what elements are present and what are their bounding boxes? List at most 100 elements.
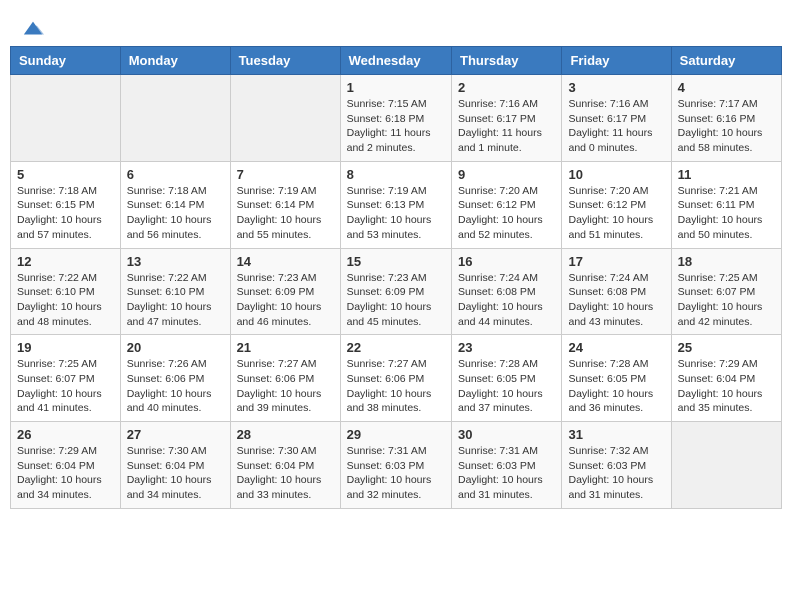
calendar-cell: 12Sunrise: 7:22 AM Sunset: 6:10 PM Dayli… [11,248,121,335]
day-info: Sunrise: 7:22 AM Sunset: 6:10 PM Dayligh… [17,271,114,330]
day-info: Sunrise: 7:23 AM Sunset: 6:09 PM Dayligh… [237,271,334,330]
day-number: 19 [17,340,114,355]
day-info: Sunrise: 7:29 AM Sunset: 6:04 PM Dayligh… [17,444,114,503]
day-number: 23 [458,340,555,355]
calendar-cell: 1 Sunrise: 7:15 AM Sunset: 6:18 PM Daylig… [340,75,451,162]
day-info: Sunrise: 7:18 AM Sunset: 6:15 PM Dayligh… [17,184,114,243]
weekday-header-sunday: Sunday [11,47,121,75]
day-number: 13 [127,254,224,269]
day-number: 22 [347,340,445,355]
logo [20,18,44,36]
weekday-header-saturday: Saturday [671,47,781,75]
day-info: Sunrise: 7:17 AM Sunset: 6:16 PM Dayligh… [678,97,775,156]
day-number: 14 [237,254,334,269]
day-info: Sunrise: 7:15 AM Sunset: 6:18 PM Dayligh… [347,97,445,156]
day-number: 4 [678,80,775,95]
calendar-table: SundayMondayTuesdayWednesdayThursdayFrid… [10,46,782,509]
calendar-cell: 31 Sunrise: 7:32 AM Sunset: 6:03 PM Dayli… [562,422,671,509]
day-info: Sunrise: 7:27 AM Sunset: 6:06 PM Dayligh… [237,357,334,416]
calendar-cell: 7 Sunrise: 7:19 AM Sunset: 6:14 PM Daylig… [230,161,340,248]
calendar-cell: 4 Sunrise: 7:17 AM Sunset: 6:16 PM Daylig… [671,75,781,162]
day-number: 10 [568,167,664,182]
day-number: 15 [347,254,445,269]
day-number: 28 [237,427,334,442]
day-number: 24 [568,340,664,355]
calendar-cell [671,422,781,509]
day-info: Sunrise: 7:32 AM Sunset: 6:03 PM Dayligh… [568,444,664,503]
day-number: 2 [458,80,555,95]
day-number: 26 [17,427,114,442]
calendar-week-row: 19 Sunrise: 7:25 AM Sunset: 6:07 PM Dayli… [11,335,782,422]
day-number: 27 [127,427,224,442]
calendar-cell: 11 Sunrise: 7:21 AM Sunset: 6:11 PM Dayli… [671,161,781,248]
calendar-cell [11,75,121,162]
day-number: 18 [678,254,775,269]
calendar-week-row: 12Sunrise: 7:22 AM Sunset: 6:10 PM Dayli… [11,248,782,335]
calendar-cell: 13 Sunrise: 7:22 AM Sunset: 6:10 PM Dayli… [120,248,230,335]
weekday-header-monday: Monday [120,47,230,75]
day-info: Sunrise: 7:31 AM Sunset: 6:03 PM Dayligh… [458,444,555,503]
calendar-cell: 25Sunrise: 7:29 AM Sunset: 6:04 PM Dayli… [671,335,781,422]
calendar-cell: 8 Sunrise: 7:19 AM Sunset: 6:13 PM Daylig… [340,161,451,248]
weekday-header-wednesday: Wednesday [340,47,451,75]
day-info: Sunrise: 7:30 AM Sunset: 6:04 PM Dayligh… [237,444,334,503]
day-number: 6 [127,167,224,182]
day-number: 17 [568,254,664,269]
page-header [10,10,782,40]
day-number: 30 [458,427,555,442]
day-info: Sunrise: 7:19 AM Sunset: 6:13 PM Dayligh… [347,184,445,243]
day-info: Sunrise: 7:28 AM Sunset: 6:05 PM Dayligh… [568,357,664,416]
day-info: Sunrise: 7:28 AM Sunset: 6:05 PM Dayligh… [458,357,555,416]
calendar-cell: 14 Sunrise: 7:23 AM Sunset: 6:09 PM Dayli… [230,248,340,335]
calendar-cell: 15 Sunrise: 7:23 AM Sunset: 6:09 PM Dayli… [340,248,451,335]
calendar-cell: 19 Sunrise: 7:25 AM Sunset: 6:07 PM Dayli… [11,335,121,422]
day-info: Sunrise: 7:21 AM Sunset: 6:11 PM Dayligh… [678,184,775,243]
day-number: 16 [458,254,555,269]
day-number: 9 [458,167,555,182]
calendar-cell: 23 Sunrise: 7:28 AM Sunset: 6:05 PM Dayli… [452,335,562,422]
day-number: 29 [347,427,445,442]
calendar-cell: 22 Sunrise: 7:27 AM Sunset: 6:06 PM Dayli… [340,335,451,422]
weekday-header-tuesday: Tuesday [230,47,340,75]
day-number: 3 [568,80,664,95]
calendar-cell [230,75,340,162]
day-info: Sunrise: 7:24 AM Sunset: 6:08 PM Dayligh… [458,271,555,330]
calendar-week-row: 5Sunrise: 7:18 AM Sunset: 6:15 PM Daylig… [11,161,782,248]
weekday-header-thursday: Thursday [452,47,562,75]
calendar-cell: 21 Sunrise: 7:27 AM Sunset: 6:06 PM Dayli… [230,335,340,422]
calendar-cell [120,75,230,162]
day-number: 11 [678,167,775,182]
day-number: 31 [568,427,664,442]
day-info: Sunrise: 7:20 AM Sunset: 6:12 PM Dayligh… [568,184,664,243]
day-info: Sunrise: 7:19 AM Sunset: 6:14 PM Dayligh… [237,184,334,243]
calendar-week-row: 1 Sunrise: 7:15 AM Sunset: 6:18 PM Daylig… [11,75,782,162]
calendar-cell: 17 Sunrise: 7:24 AM Sunset: 6:08 PM Dayli… [562,248,671,335]
day-info: Sunrise: 7:25 AM Sunset: 6:07 PM Dayligh… [17,357,114,416]
day-info: Sunrise: 7:16 AM Sunset: 6:17 PM Dayligh… [458,97,555,156]
weekday-header-friday: Friday [562,47,671,75]
day-number: 8 [347,167,445,182]
day-info: Sunrise: 7:30 AM Sunset: 6:04 PM Dayligh… [127,444,224,503]
day-number: 20 [127,340,224,355]
calendar-cell: 27 Sunrise: 7:30 AM Sunset: 6:04 PM Dayli… [120,422,230,509]
calendar-cell: 10 Sunrise: 7:20 AM Sunset: 6:12 PM Dayli… [562,161,671,248]
day-info: Sunrise: 7:18 AM Sunset: 6:14 PM Dayligh… [127,184,224,243]
day-number: 1 [347,80,445,95]
calendar-week-row: 26 Sunrise: 7:29 AM Sunset: 6:04 PM Dayli… [11,422,782,509]
day-info: Sunrise: 7:24 AM Sunset: 6:08 PM Dayligh… [568,271,664,330]
day-number: 7 [237,167,334,182]
calendar-cell: 6 Sunrise: 7:18 AM Sunset: 6:14 PM Daylig… [120,161,230,248]
day-info: Sunrise: 7:27 AM Sunset: 6:06 PM Dayligh… [347,357,445,416]
calendar-cell: 30 Sunrise: 7:31 AM Sunset: 6:03 PM Dayli… [452,422,562,509]
day-info: Sunrise: 7:25 AM Sunset: 6:07 PM Dayligh… [678,271,775,330]
calendar-cell: 24 Sunrise: 7:28 AM Sunset: 6:05 PM Dayli… [562,335,671,422]
day-info: Sunrise: 7:22 AM Sunset: 6:10 PM Dayligh… [127,271,224,330]
calendar-cell: 18 Sunrise: 7:25 AM Sunset: 6:07 PM Dayli… [671,248,781,335]
calendar-cell: 28 Sunrise: 7:30 AM Sunset: 6:04 PM Dayli… [230,422,340,509]
calendar-cell: 29 Sunrise: 7:31 AM Sunset: 6:03 PM Dayli… [340,422,451,509]
day-info: Sunrise: 7:23 AM Sunset: 6:09 PM Dayligh… [347,271,445,330]
calendar-cell: 9Sunrise: 7:20 AM Sunset: 6:12 PM Daylig… [452,161,562,248]
day-number: 21 [237,340,334,355]
day-info: Sunrise: 7:31 AM Sunset: 6:03 PM Dayligh… [347,444,445,503]
weekday-header-row: SundayMondayTuesdayWednesdayThursdayFrid… [11,47,782,75]
